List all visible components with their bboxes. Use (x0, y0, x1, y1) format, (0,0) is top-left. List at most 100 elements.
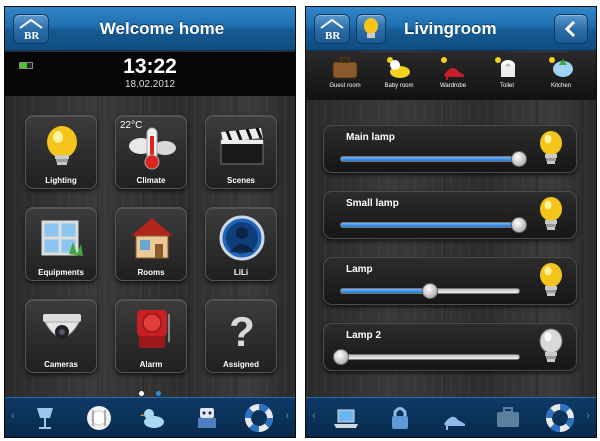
status-area: 13:22 18.02.2012 (5, 52, 295, 96)
tile-climate[interactable]: 22°C Climate (115, 115, 187, 189)
high-heel-icon (441, 57, 464, 80)
tile-assigned[interactable]: ? Assigned (205, 299, 277, 373)
dimmer-slider[interactable] (340, 151, 527, 167)
padlock-icon[interactable] (386, 404, 414, 432)
bulb-icon (47, 126, 77, 165)
house-icon (131, 218, 173, 259)
tile-label: Scenes (226, 176, 256, 185)
tile-label: Rooms (137, 268, 165, 277)
slider-knob[interactable] (422, 283, 438, 299)
clock-date: 18.02.2012 (124, 79, 176, 90)
laptop-icon[interactable] (332, 404, 360, 432)
room-label: Baby room (384, 83, 414, 89)
lamp-row-lamp: Lamp (323, 257, 577, 305)
room-selector: Guest room Baby room Wardrobe Toilet Kit… (306, 52, 596, 100)
rubber-duck-icon[interactable] (139, 404, 167, 432)
dimmer-slider[interactable] (340, 283, 520, 299)
bulb-icon[interactable] (536, 128, 566, 170)
room-guest-room[interactable]: Guest room (318, 55, 372, 99)
security-camera-icon (43, 314, 81, 339)
tile-label: Climate (136, 176, 166, 185)
room-label: Toilet (499, 83, 514, 89)
tile-label: LiLi (233, 268, 249, 277)
lamp-name: Lamp 2 (346, 330, 382, 341)
high-heel-icon[interactable] (440, 404, 468, 432)
lamp-name: Main lamp (346, 132, 395, 143)
dimmer-slider[interactable] (340, 217, 527, 233)
plate-cutlery-icon[interactable] (85, 404, 113, 432)
bottom-toolbar: ‹ › (5, 397, 295, 437)
lamp-row-lamp-2: Lamp 2 (323, 323, 577, 371)
tile-label: Equipments (38, 268, 84, 277)
logo-home-button[interactable]: BR (314, 14, 350, 44)
tile-scenes[interactable]: Scenes (205, 115, 277, 189)
tile-lili[interactable]: LiLi (205, 207, 277, 281)
room-kitchen[interactable]: Kitchen (534, 55, 588, 99)
bottom-toolbar: ‹ › (306, 397, 596, 437)
bulb-icon[interactable] (536, 326, 566, 368)
scroll-left-arrow-icon[interactable]: ‹ (312, 410, 316, 422)
scroll-right-arrow-icon[interactable]: › (285, 410, 289, 422)
room-baby-room[interactable]: Baby room (372, 55, 426, 99)
lifebuoy-icon[interactable] (546, 404, 574, 432)
scroll-right-arrow-icon[interactable]: › (586, 410, 590, 422)
page-dot-active[interactable] (156, 391, 162, 396)
page-dot[interactable] (138, 391, 144, 396)
bulb-icon (364, 18, 378, 38)
suitcase-icon (332, 57, 358, 79)
house-logo-icon: BR (320, 18, 344, 42)
kitchen-icon (549, 57, 573, 77)
dimmer-slider[interactable] (333, 349, 520, 365)
home-screen: BR Welcome home 13:22 18.02.2012 Lightin… (4, 6, 296, 438)
avatar-icon (219, 215, 265, 261)
lamp-list: Main lamp Small lamp Lamp Lamp 2 (306, 101, 596, 399)
tile-label: Assigned (222, 360, 259, 369)
page-title: Welcome home (99, 19, 225, 38)
bulb-icon[interactable] (536, 260, 566, 302)
chevron-left-icon (564, 20, 576, 38)
slider-knob[interactable] (333, 349, 349, 365)
toilet-paper-icon (495, 57, 515, 77)
room-label: Wardrobe (439, 83, 467, 89)
window-icon (41, 220, 83, 256)
room-wardrobe[interactable]: Wardrobe (426, 55, 480, 99)
menu-grid: Lighting 22°C Climate Scenes Equipments … (5, 97, 295, 405)
header-bar: BR Welcome home (5, 7, 295, 51)
question-mark-icon: ? (229, 308, 255, 355)
header-bar: BR Livingroom (306, 7, 596, 51)
bulb-icon[interactable] (536, 194, 566, 236)
tile-lighting[interactable]: Lighting (25, 115, 97, 189)
svg-text:BR: BR (325, 30, 341, 42)
duck-icon (387, 57, 410, 78)
slider-knob[interactable] (511, 217, 527, 233)
alarm-bell-icon (137, 310, 170, 348)
tile-label: Alarm (139, 360, 163, 369)
room-toilet[interactable]: Toilet (480, 55, 534, 99)
back-button[interactable] (554, 14, 588, 44)
lamp-name: Lamp (346, 264, 373, 275)
svg-text:?: ? (229, 308, 255, 355)
tile-label: Cameras (44, 360, 78, 369)
lamp-row-small-lamp: Small lamp (323, 191, 577, 239)
suitcase-icon[interactable] (494, 404, 522, 432)
lamp-name: Small lamp (346, 198, 399, 209)
slider-knob[interactable] (511, 151, 527, 167)
lifebuoy-icon[interactable] (245, 404, 273, 432)
clapperboard-icon (220, 127, 264, 165)
tile-alarm[interactable]: Alarm (115, 299, 187, 373)
lamp-row-main-lamp: Main lamp (323, 125, 577, 173)
tile-rooms[interactable]: Rooms (115, 207, 187, 281)
scroll-left-arrow-icon[interactable]: ‹ (11, 410, 15, 422)
room-label: Guest room (329, 83, 361, 89)
wine-glass-icon[interactable] (31, 404, 59, 432)
room-label: Kitchen (550, 83, 571, 89)
robot-icon[interactable] (193, 404, 221, 432)
tile-label: Lighting (45, 176, 77, 185)
room-screen: BR Livingroom Guest room Baby room Wardr… (305, 6, 597, 438)
page-title: Livingroom (404, 19, 497, 38)
tile-cameras[interactable]: Cameras (25, 299, 97, 373)
temperature-readout: 22°C (120, 120, 143, 131)
lighting-button[interactable] (356, 14, 386, 44)
clock-time: 13:22 (123, 55, 177, 78)
tile-equipments[interactable]: Equipments (25, 207, 97, 281)
